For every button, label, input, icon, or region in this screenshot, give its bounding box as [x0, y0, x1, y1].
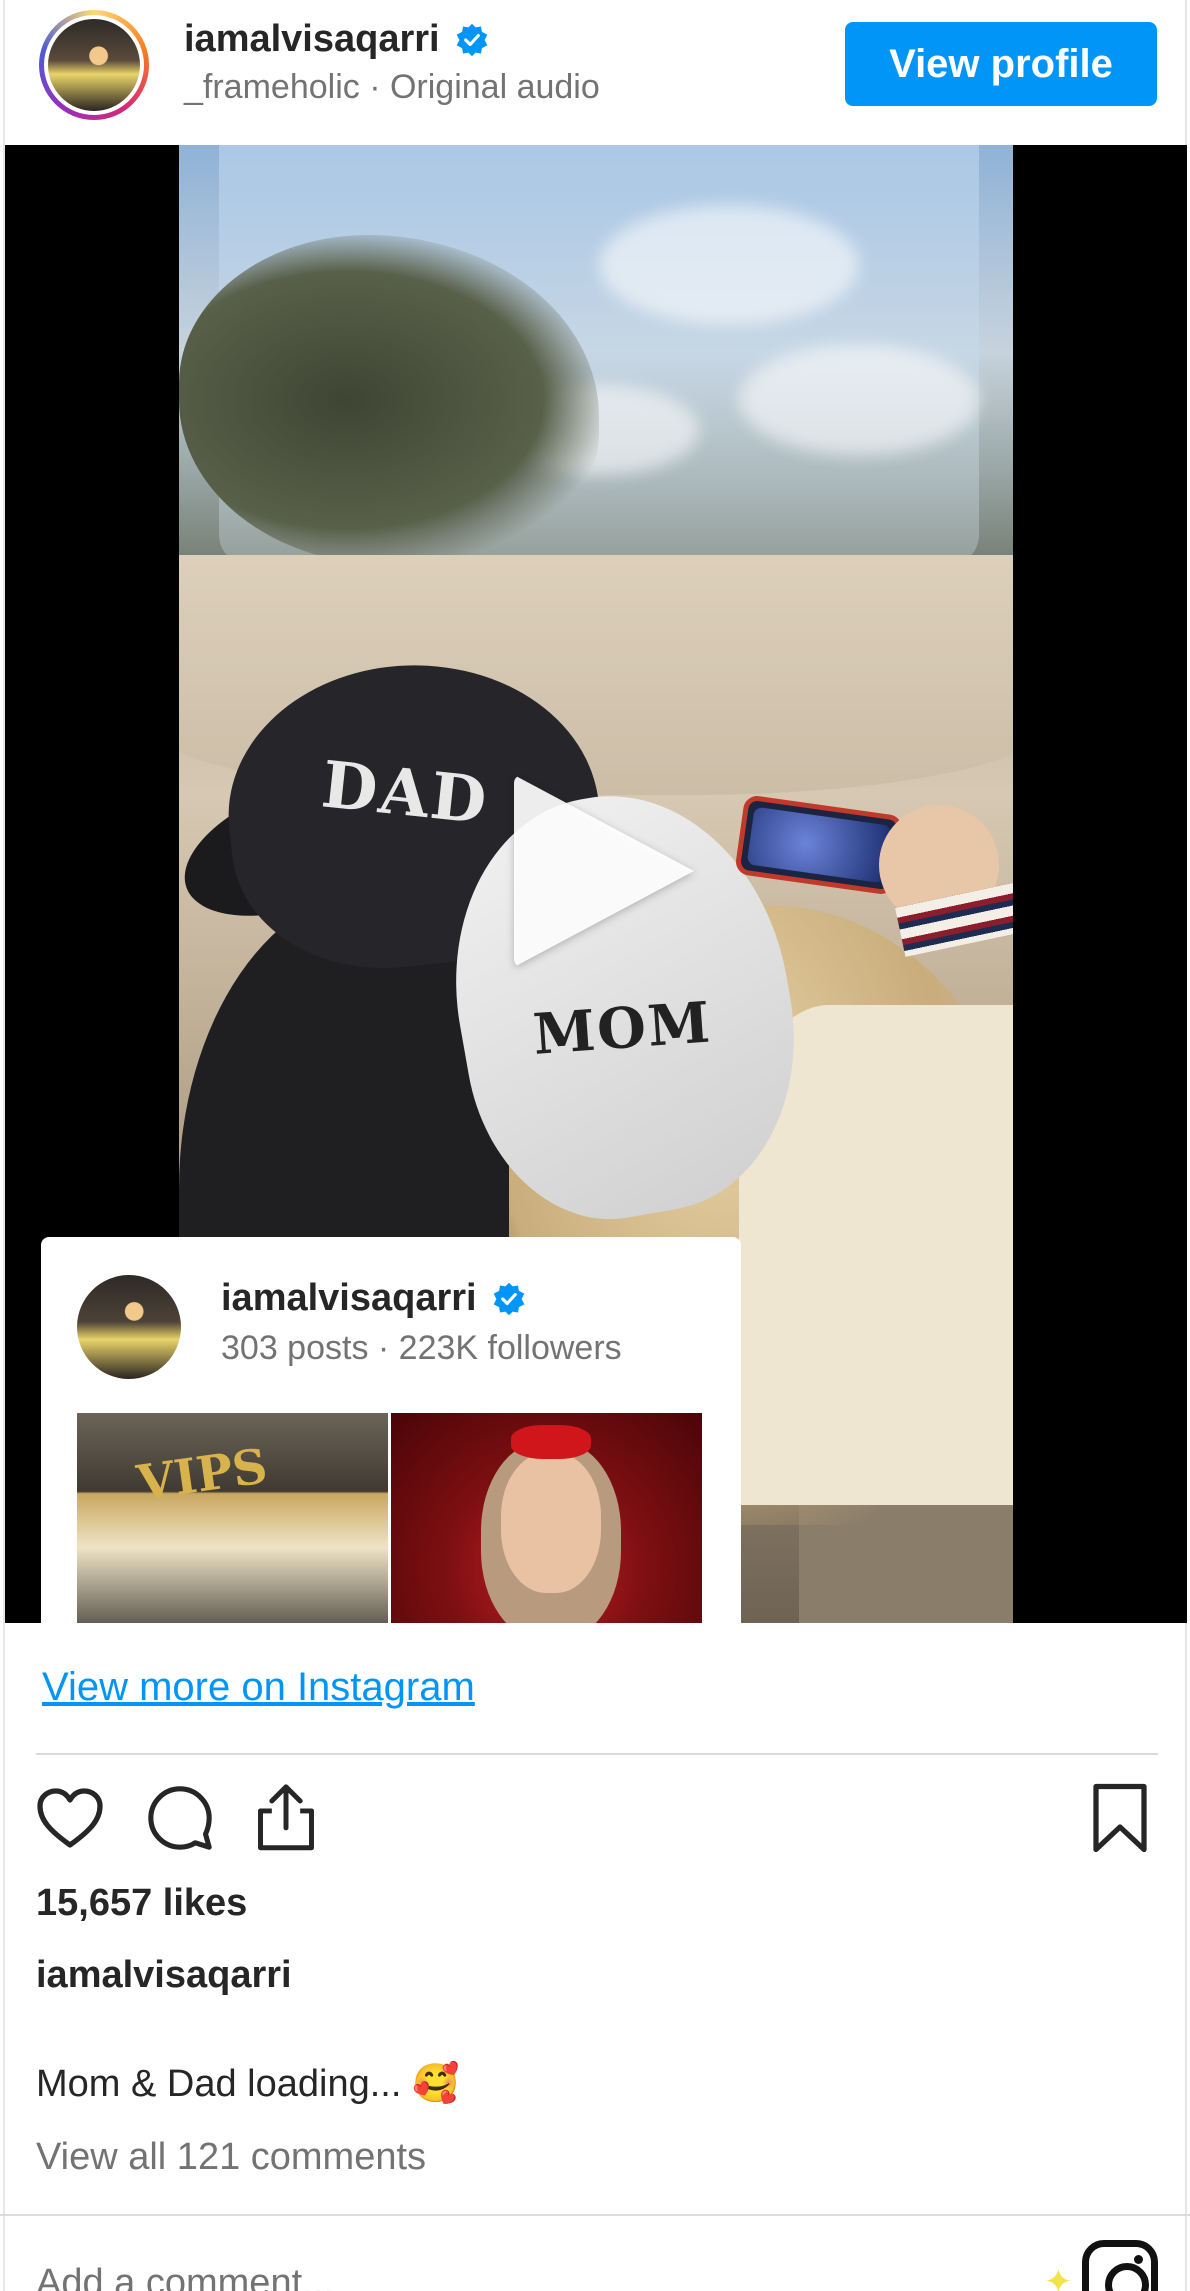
post-caption: Mom & Dad loading... 🥰 — [36, 2063, 460, 2105]
save-button[interactable] — [1082, 1780, 1158, 1856]
thumbnail-face — [501, 1453, 601, 1593]
dad-cap-text: DAD — [318, 747, 492, 840]
post-thumbnail[interactable]: VIPS — [77, 1413, 388, 1623]
card-username-row[interactable]: iamalvisaqarri — [221, 1277, 527, 1320]
share-icon — [258, 1784, 314, 1851]
comment-button[interactable] — [142, 1780, 218, 1856]
likes-count[interactable]: 15,657 likes — [36, 1882, 247, 1925]
profile-card[interactable]: iamalvisaqarri 303 posts · 223K follower… — [41, 1237, 741, 1623]
verified-badge-icon — [456, 23, 487, 56]
header-username[interactable]: iamalvisaqarri — [184, 18, 440, 61]
card-stats: 303 posts · 223K followers — [221, 1329, 622, 1367]
card-avatar[interactable] — [77, 1275, 181, 1379]
thumbnail-bow — [511, 1425, 591, 1459]
header-subline[interactable]: _frameholic · Original audio — [184, 68, 600, 107]
post-header: iamalvisaqarri _frameholic · Original au… — [0, 0, 1190, 145]
like-button[interactable] — [32, 1780, 108, 1856]
sparkle-icon: ✦ — [1044, 2263, 1073, 2291]
post-thumbnail[interactable] — [391, 1413, 702, 1623]
view-profile-button[interactable]: View profile — [845, 22, 1157, 106]
caption-username[interactable]: iamalvisaqarri — [36, 1954, 292, 1997]
instagram-logo-icon[interactable] — [1082, 2240, 1158, 2291]
card-username[interactable]: iamalvisaqarri — [221, 1277, 477, 1320]
cloud — [599, 205, 859, 325]
avatar-image — [48, 19, 140, 111]
cloud — [739, 345, 979, 455]
verified-badge-icon — [493, 1282, 524, 1315]
divider — [36, 1753, 1158, 1755]
phone-screen — [746, 806, 892, 884]
bookmark-icon — [1093, 1783, 1147, 1853]
heart-icon — [37, 1788, 103, 1848]
profile-avatar[interactable] — [39, 10, 149, 120]
storefront-sign: VIPS — [133, 1438, 271, 1512]
comment-icon — [148, 1786, 212, 1850]
mom-cap-text: MOM — [530, 989, 714, 1068]
share-button[interactable] — [248, 1780, 324, 1856]
view-comments-link[interactable]: View all 121 comments — [36, 2136, 426, 2179]
header-username-row[interactable]: iamalvisaqarri — [184, 18, 490, 61]
phone — [734, 794, 904, 896]
video-player[interactable]: DAD MOM iamalvisaqarri 303 posts · 223K … — [5, 145, 1187, 1623]
divider — [0, 2214, 1190, 2216]
play-icon[interactable] — [514, 775, 694, 967]
view-more-link[interactable]: View more on Instagram — [42, 1665, 475, 1710]
add-comment-input[interactable]: Add a comment... — [36, 2262, 334, 2291]
